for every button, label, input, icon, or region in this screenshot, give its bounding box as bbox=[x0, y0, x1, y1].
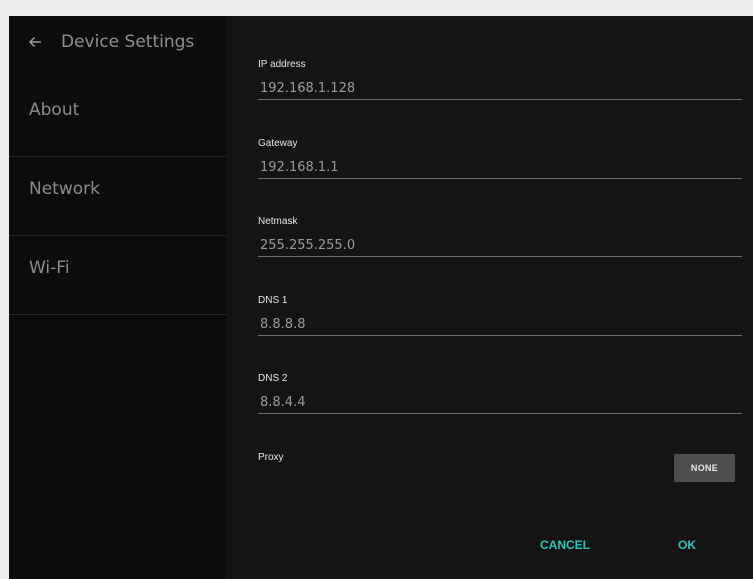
proxy-none-button[interactable]: NONE bbox=[674, 454, 735, 482]
sidebar-item-about[interactable]: About bbox=[9, 78, 226, 157]
proxy-label: Proxy bbox=[258, 452, 284, 463]
dns2-input[interactable] bbox=[258, 391, 742, 414]
gateway-input[interactable] bbox=[258, 156, 742, 179]
arrow-left-icon[interactable] bbox=[27, 34, 43, 50]
sidebar-header: Device Settings bbox=[9, 16, 226, 72]
cancel-button[interactable]: CANCEL bbox=[540, 538, 590, 552]
dns1-label: DNS 1 bbox=[258, 295, 288, 306]
sidebar-item-label: Wi-Fi bbox=[29, 258, 70, 278]
dns1-input[interactable] bbox=[258, 313, 742, 336]
netmask-label: Netmask bbox=[258, 216, 298, 227]
network-form: IP address Gateway Netmask DNS 1 DNS 2 P… bbox=[226, 16, 753, 579]
ip-address-label: IP address bbox=[258, 59, 306, 70]
page-title: Device Settings bbox=[61, 32, 195, 52]
sidebar: Device Settings About Network Wi-Fi bbox=[9, 16, 226, 579]
dns2-label: DNS 2 bbox=[258, 373, 288, 384]
ip-address-input[interactable] bbox=[258, 77, 742, 100]
gateway-label: Gateway bbox=[258, 138, 298, 149]
sidebar-item-wifi[interactable]: Wi-Fi bbox=[9, 236, 226, 315]
ok-button[interactable]: OK bbox=[678, 538, 696, 552]
sidebar-item-label: About bbox=[29, 100, 80, 120]
sidebar-item-network[interactable]: Network bbox=[9, 157, 226, 236]
settings-window: Device Settings About Network Wi-Fi IP a… bbox=[9, 16, 753, 579]
sidebar-item-label: Network bbox=[29, 179, 100, 199]
netmask-input[interactable] bbox=[258, 234, 742, 257]
